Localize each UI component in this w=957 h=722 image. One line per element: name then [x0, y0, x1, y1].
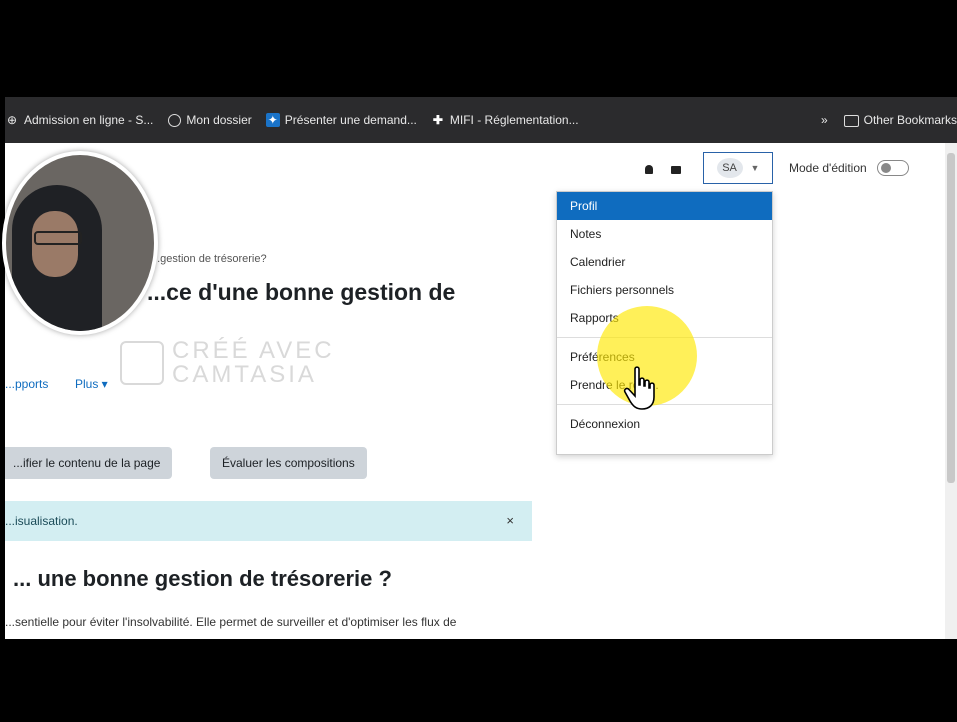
bookmark-presenter-demande[interactable]: ✦ Présenter une demand... [265, 113, 417, 127]
bookmark-label: Admission en ligne - S... [24, 113, 154, 127]
other-bookmarks-button[interactable]: Other Bookmarks [843, 113, 957, 127]
close-icon[interactable]: × [506, 501, 514, 541]
camtasia-watermark: CRÉÉ AVEC CAMTASIA [120, 339, 335, 387]
other-bookmarks-label: Other Bookmarks [863, 113, 957, 127]
secondary-nav: ...pports Plus ▾ [5, 377, 108, 391]
bookmark-label: MIFI - Réglementation... [449, 113, 579, 127]
browser-screen: ⊕ Admission en ligne - S... Mon dossier … [5, 97, 957, 639]
watermark-line1: CRÉÉ AVEC [172, 337, 335, 364]
alert-text: ...isualisation. [5, 514, 78, 528]
folder-icon [843, 114, 859, 127]
menu-item-notes[interactable]: Notes [557, 220, 772, 248]
header-icons [645, 165, 681, 174]
info-alert: ...isualisation. × [5, 501, 532, 541]
bookmarks-overflow-button[interactable]: » [821, 113, 828, 127]
menu-item-deconnexion[interactable]: Déconnexion [557, 410, 772, 438]
chevron-down-icon: ▼ [750, 163, 760, 173]
camtasia-logo-icon [120, 341, 164, 385]
menu-divider [557, 404, 772, 405]
page-title: ...ce d'une bonne gestion de [147, 279, 456, 305]
section-paragraph: ...sentielle pour éviter l'insolvabilité… [5, 615, 457, 629]
bookmarks-bar: ⊕ Admission en ligne - S... Mon dossier … [5, 97, 957, 143]
scrollbar-thumb[interactable] [947, 153, 955, 483]
bookmark-label: Présenter une demand... [284, 113, 417, 127]
globe-icon [167, 113, 181, 127]
quebec-flag-icon: ✚ [432, 113, 443, 127]
edit-mode-toggle[interactable] [876, 160, 909, 176]
page-scrollbar[interactable] [945, 143, 957, 639]
watermark-line2: CAMTASIA [172, 361, 317, 388]
bookmark-admission[interactable]: ⊕ Admission en ligne - S... [5, 113, 153, 127]
canada-flag-icon: ✦ [265, 113, 280, 127]
breadcrumb[interactable]: ...gestion de trésorerie? [151, 253, 267, 265]
section-heading: ... une bonne gestion de trésorerie ? [13, 566, 392, 591]
hand-cursor-icon [623, 366, 655, 410]
avatar: SA [716, 158, 743, 178]
bookmark-mifi[interactable]: ✚ MIFI - Réglementation... [431, 113, 579, 127]
watermark-text: CRÉÉ AVEC CAMTASIA [172, 339, 335, 387]
evaluate-compositions-button[interactable]: Évaluer les compositions [210, 447, 367, 479]
messages-icon[interactable] [671, 165, 681, 174]
user-menu-toggle[interactable]: SA ▼ [703, 152, 773, 184]
webcam-overlay [2, 151, 158, 335]
notifications-bell-icon[interactable] [645, 165, 653, 174]
presenter-glasses [34, 231, 82, 245]
nav-item-more[interactable]: Plus ▾ [75, 377, 108, 391]
bookmark-label: Mon dossier [186, 113, 252, 127]
bookmark-mon-dossier[interactable]: Mon dossier [167, 113, 252, 127]
edit-page-content-button[interactable]: ...ifier le contenu de la page [5, 447, 173, 479]
menu-item-calendrier[interactable]: Calendrier [557, 248, 772, 276]
menu-item-fichiers-personnels[interactable]: Fichiers personnels [557, 276, 772, 304]
edit-mode-label: Mode d'édition [789, 161, 867, 175]
edit-mode-switch[interactable]: Mode d'édition [789, 160, 909, 176]
bookmark-icon: ⊕ [6, 113, 18, 127]
menu-item-profil[interactable]: Profil [557, 192, 772, 220]
nav-item-reports[interactable]: ...pports [5, 377, 48, 391]
